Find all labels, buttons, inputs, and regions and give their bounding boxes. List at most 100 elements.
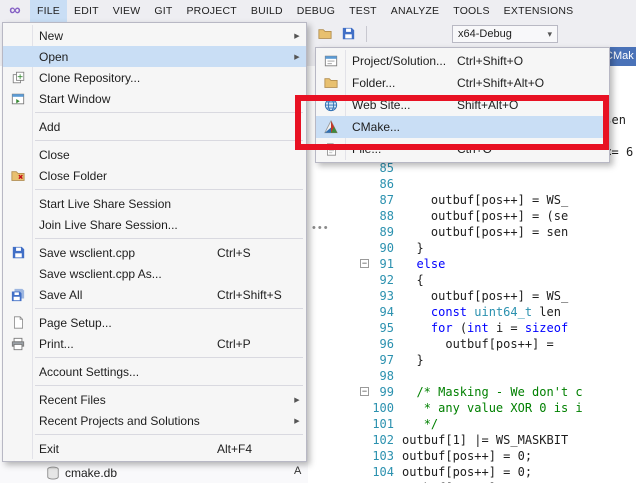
code-line-92[interactable]: 92 { — [300, 272, 636, 288]
file-menu-item-print[interactable]: Print...Ctrl+P — [3, 333, 306, 354]
line-number[interactable]: 87 — [300, 192, 400, 208]
code-line-87[interactable]: 87 outbuf[pos++] = WS_ — [300, 192, 636, 208]
menubar-item-tools[interactable]: TOOLS — [446, 0, 496, 22]
line-number[interactable]: 102 — [300, 432, 400, 448]
open-submenu-item-project-solution[interactable]: Project/Solution...Ctrl+Shift+O — [316, 50, 609, 72]
line-number[interactable]: 96 — [300, 336, 400, 352]
open-submenu-item-folder[interactable]: Folder...Ctrl+Shift+Alt+O — [316, 72, 609, 94]
file-menu-item-clone-repository[interactable]: Clone Repository... — [3, 67, 306, 88]
line-number[interactable]: 93 — [300, 288, 400, 304]
file-menu-item-account-settings[interactable]: Account Settings... — [3, 361, 306, 382]
visual-studio-logo-icon: ∞ — [0, 0, 30, 22]
more-options-ellipsis[interactable]: ••• — [312, 222, 330, 234]
visual-studio-window: ∞ FILEEDITVIEWGITPROJECTBUILDDEBUGTESTAN… — [0, 0, 636, 483]
menu-item-shortcut: Ctrl+O — [457, 142, 591, 156]
menubar-item-extensions[interactable]: EXTENSIONS — [497, 0, 581, 22]
solution-configuration-combo[interactable]: x64-Debug ▾ — [452, 25, 558, 43]
open-submenu-item-cmake[interactable]: CMake... — [316, 116, 609, 138]
code-line-103[interactable]: 103outbuf[pos++] = 0; — [300, 448, 636, 464]
code-text: { — [402, 272, 424, 288]
line-number[interactable]: 94 — [300, 304, 400, 320]
fold-collapse-icon[interactable]: − — [360, 387, 369, 396]
file-menu-item-close-folder[interactable]: Close Folder — [3, 165, 306, 186]
code-line-95[interactable]: 95 for (int i = sizeof — [300, 320, 636, 336]
code-text: outbuf[1] |= WS_MASKBIT — [402, 432, 568, 448]
code-line-101[interactable]: 101 */ — [300, 416, 636, 432]
menubar-item-debug[interactable]: DEBUG — [290, 0, 342, 22]
menubar-item-analyze[interactable]: ANALYZE — [384, 0, 446, 22]
line-number[interactable]: 99 — [300, 384, 400, 400]
menu-item-label: Save wsclient.cpp As... — [33, 267, 217, 281]
file-menu-item-recent-files[interactable]: Recent Files▶ — [3, 389, 306, 410]
menubar-item-view[interactable]: VIEW — [106, 0, 148, 22]
code-line-96[interactable]: 96 outbuf[pos++] = — [300, 336, 636, 352]
line-number[interactable]: 97 — [300, 352, 400, 368]
menubar-item-file[interactable]: FILE — [30, 0, 67, 22]
file-menu-item-page-setup[interactable]: Page Setup... — [3, 312, 306, 333]
code-text: */ — [402, 416, 438, 432]
file-menu-item-add[interactable]: Add — [3, 116, 306, 137]
open-submenu-item-web-site[interactable]: Web Site...Shift+Alt+O — [316, 94, 609, 116]
menubar-item-git[interactable]: GIT — [147, 0, 179, 22]
line-number[interactable]: 98 — [300, 368, 400, 384]
fold-collapse-icon[interactable]: − — [360, 259, 369, 268]
menu-item-label: CMake... — [346, 120, 457, 134]
line-number[interactable]: 86 — [300, 176, 400, 192]
file-menu-item-open[interactable]: Open▶ — [3, 46, 306, 67]
menu-item-label: Start Live Share Session — [33, 197, 217, 211]
code-line-89[interactable]: 89 outbuf[pos++] = sen — [300, 224, 636, 240]
line-number[interactable]: 101 — [300, 416, 400, 432]
code-text: outbuf[pos++] = 0; — [402, 448, 532, 464]
line-number[interactable]: 91 — [300, 256, 400, 272]
code-line-102[interactable]: 102outbuf[1] |= WS_MASKBIT — [300, 432, 636, 448]
menu-item-label: Page Setup... — [33, 316, 217, 330]
code-line-99[interactable]: 99− /* Masking - We don't c — [300, 384, 636, 400]
code-line-88[interactable]: 88 outbuf[pos++] = (se — [300, 208, 636, 224]
code-line-86[interactable]: 86 — [300, 176, 636, 192]
open-folder-icon[interactable] — [318, 27, 332, 41]
tree-item-cmake-db[interactable]: cmake.db — [46, 464, 117, 481]
file-menu-item-save-wsclient-cpp[interactable]: Save wsclient.cppCtrl+S — [3, 242, 306, 263]
save-all-icon — [3, 288, 33, 302]
menu-item-label: Exit — [33, 442, 217, 456]
line-number[interactable]: 95 — [300, 320, 400, 336]
file-menu-item-save-wsclient-cpp-as[interactable]: Save wsclient.cpp As... — [3, 263, 306, 284]
line-number[interactable]: 90 — [300, 240, 400, 256]
line-number[interactable]: 104 — [300, 464, 400, 480]
code-text: outbuf[pos++] = WS_ — [402, 192, 568, 208]
file-menu-item-start-window[interactable]: Start Window — [3, 88, 306, 109]
menu-item-label: Close — [33, 148, 217, 162]
code-text: const uint64_t len — [402, 304, 561, 320]
file-menu-item-close[interactable]: Close — [3, 144, 306, 165]
clone-icon — [3, 71, 33, 84]
file-menu-item-save-all[interactable]: Save AllCtrl+Shift+S — [3, 284, 306, 305]
menubar-item-project[interactable]: PROJECT — [179, 0, 243, 22]
open-submenu: Project/Solution...Ctrl+Shift+OFolder...… — [315, 47, 610, 163]
code-line-104[interactable]: 104outbuf[pos++] = 0; — [300, 464, 636, 480]
menubar-item-build[interactable]: BUILD — [244, 0, 290, 22]
line-number[interactable]: 100 — [300, 400, 400, 416]
menu-item-label: Project/Solution... — [346, 54, 457, 68]
menubar-item-edit[interactable]: EDIT — [67, 0, 106, 22]
file-menu-item-recent-projects-and-solutions[interactable]: Recent Projects and Solutions▶ — [3, 410, 306, 431]
open-submenu-item-file[interactable]: File...Ctrl+O — [316, 138, 609, 160]
code-line-98[interactable]: 98 — [300, 368, 636, 384]
code-line-90[interactable]: 90 } — [300, 240, 636, 256]
file-menu-item-new[interactable]: New▶ — [3, 25, 306, 46]
code-line-91[interactable]: 91− else — [300, 256, 636, 272]
save-icon[interactable] — [342, 27, 356, 41]
menu-item-label: File... — [346, 142, 457, 156]
menubar-item-test[interactable]: TEST — [342, 0, 384, 22]
code-line-94[interactable]: 94 const uint64_t len — [300, 304, 636, 320]
file-menu-item-start-live-share-session[interactable]: Start Live Share Session — [3, 193, 306, 214]
line-number[interactable]: 92 — [300, 272, 400, 288]
code-line-100[interactable]: 100 * any value XOR 0 is i — [300, 400, 636, 416]
web-site-icon — [316, 98, 346, 112]
code-line-97[interactable]: 97 } — [300, 352, 636, 368]
file-menu-item-join-live-share-session[interactable]: Join Live Share Session... — [3, 214, 306, 235]
menu-separator — [35, 140, 303, 141]
code-text: } — [402, 352, 424, 368]
file-menu-item-exit[interactable]: ExitAlt+F4 — [3, 438, 306, 459]
line-number[interactable]: 103 — [300, 448, 400, 464]
code-line-93[interactable]: 93 outbuf[pos++] = WS_ — [300, 288, 636, 304]
